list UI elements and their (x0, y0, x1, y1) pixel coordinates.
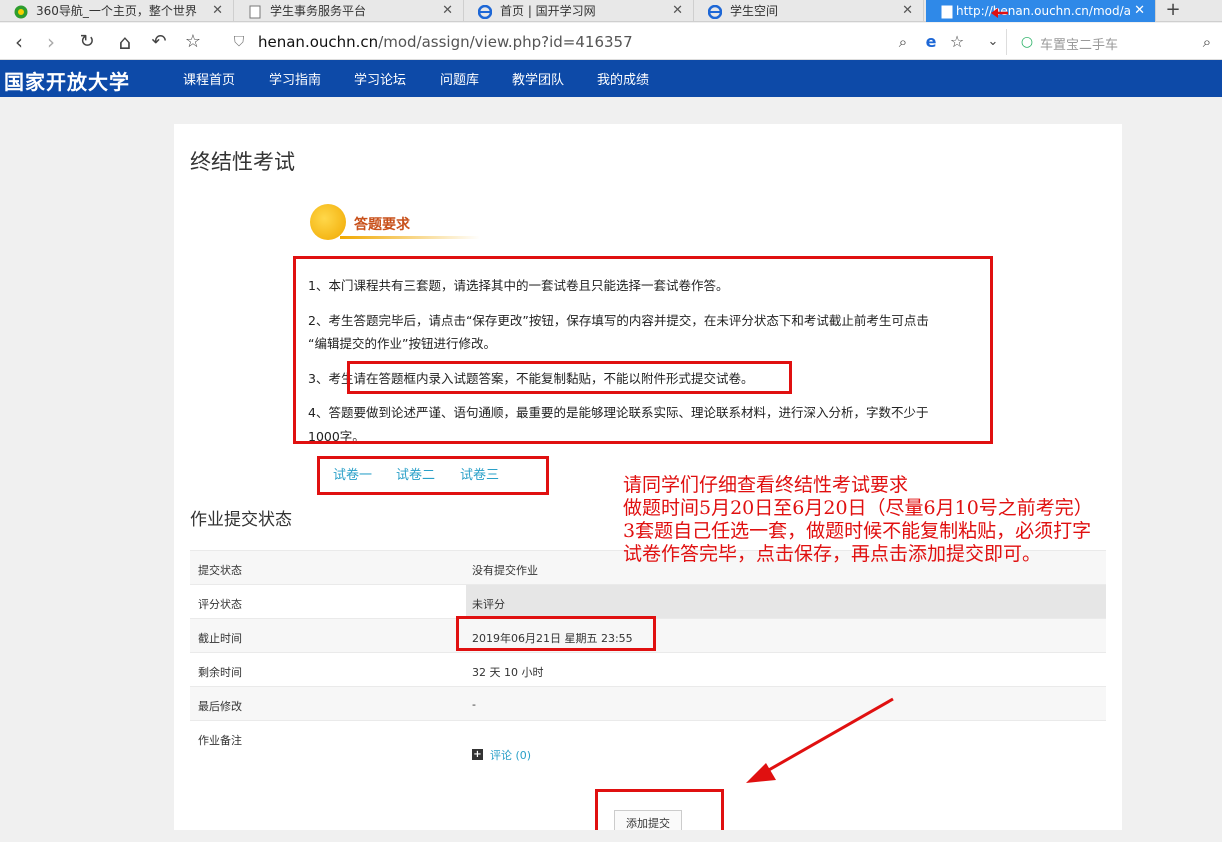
reload-icon[interactable]: ↻ (74, 29, 100, 55)
star-icon[interactable]: ☆ (944, 29, 970, 55)
site-header: 国家开放大学 课程首页 学习指南 学习论坛 问题库 教学团队 我的成绩 (0, 60, 1222, 97)
nav-course-home[interactable]: 课程首页 (183, 69, 235, 88)
back-icon[interactable]: ‹ (6, 29, 32, 55)
address-bar: ‹ › ↻ ⌂ ↶ ☆ ⛉ henan.ouchn.cn/mod/assign/… (0, 23, 1222, 60)
paper-2-link[interactable]: 试卷二 (396, 464, 435, 483)
requirements-banner: 答题要求 (310, 202, 480, 246)
table-row: 最后修改 - (190, 686, 1106, 720)
search-icon[interactable]: ⌕ (1194, 29, 1220, 55)
search-input[interactable]: 车置宝二手车 (1040, 34, 1118, 53)
url-text: henan.ouchn.cn/mod/assign/view.php?id=41… (258, 33, 633, 51)
nav-study-guide[interactable]: 学习指南 (269, 69, 321, 88)
tab-label: 学生事务服务平台 (270, 4, 367, 18)
rule-1: 1、本门课程共有三套题，请选择其中的一套试卷且只能选择一套试卷作答。 (308, 278, 729, 293)
rule-3: 3、考生请在答题框内录入试题答案，不能复制黏贴，不能以附件形式提交试卷。 (308, 371, 754, 386)
star-icon[interactable]: ☆ (180, 29, 206, 55)
row-label: 评分状态 (198, 598, 242, 611)
forward-icon[interactable]: › (38, 29, 64, 55)
annotation-arrow-small (991, 8, 1008, 18)
ie-icon (477, 4, 493, 20)
nav-question-bank[interactable]: 问题库 (440, 69, 479, 88)
tab-360[interactable]: 360导航_一个主页，整个世界 ✕ (0, 0, 234, 22)
home-icon[interactable]: ⌂ (112, 29, 138, 55)
status-highlight (466, 585, 1106, 618)
nav-teaching-team[interactable]: 教学团队 (512, 69, 564, 88)
rule-4: 4、答题要做到论述严谨、语句通顺，最重要的是能够理论联系实际、理论联系材料，进行… (308, 405, 929, 420)
annotation-arrow (746, 697, 894, 783)
row-label: 最后修改 (198, 700, 242, 713)
tab-student-space[interactable]: 学生空间 ✕ (694, 0, 924, 22)
row-label: 剩余时间 (198, 666, 242, 679)
chevron-down-icon[interactable]: ⌄ (980, 29, 1006, 55)
ie-icon[interactable]: e (918, 29, 944, 55)
row-value: - (472, 698, 476, 711)
rule-2-continued: “编辑提交的作业”按钮进行修改。 (308, 336, 496, 351)
note-line-3: 3套题自己任选一套，做题时候不能复制粘贴，必须打字 (623, 520, 1092, 542)
note-line-1: 请同学们仔细查看终结性考试要求 (623, 474, 909, 496)
page-title: 终结性考试 (190, 150, 295, 174)
table-row: 剩余时间 32 天 10 小时 (190, 652, 1106, 686)
tab-label: 学生空间 (730, 4, 779, 18)
plus-icon[interactable]: + (472, 749, 483, 760)
page-icon (248, 4, 262, 19)
ie-icon (707, 4, 723, 20)
divider (1006, 29, 1007, 55)
shield-icon: ⛉ (233, 34, 245, 50)
row-value: 未评分 (472, 598, 505, 611)
360-icon (14, 4, 28, 19)
browser-tab-bar: 360导航_一个主页，整个世界 ✕ 学生事务服务平台 ✕ 首页 | 国开学习网 … (0, 0, 1222, 22)
tab-label: 首页 | 国开学习网 (500, 4, 596, 18)
new-tab-button[interactable]: + (1162, 0, 1184, 22)
row-label: 截止时间 (198, 632, 242, 645)
close-icon[interactable]: ✕ (672, 0, 683, 22)
tab-current[interactable]: http://henan.ouchn.cn/mod/a ✕ (926, 0, 1156, 22)
tab-student-affairs[interactable]: 学生事务服务平台 ✕ (234, 0, 464, 22)
requirements-title: 答题要求 (354, 217, 410, 233)
nav-forum[interactable]: 学习论坛 (354, 69, 406, 88)
tab-label: 360导航_一个主页，整个世界 (36, 4, 197, 18)
annotation-note: 请同学们仔细查看终结性考试要求 做题时间5月20日至6月20日（尽量6月10号之… (623, 474, 1093, 566)
zoom-icon[interactable]: ⌕ (890, 29, 916, 55)
close-icon[interactable]: ✕ (212, 0, 223, 22)
table-row: 截止时间 2019年06月21日 星期五 23:55 (190, 618, 1106, 652)
sun-icon (310, 204, 346, 240)
row-label: 提交状态 (198, 564, 242, 577)
nav-my-grades[interactable]: 我的成绩 (597, 69, 649, 88)
page-icon (940, 4, 954, 19)
undo-icon[interactable]: ↶ (146, 29, 172, 55)
table-row: 评分状态 未评分 (190, 584, 1106, 618)
rule-2: 2、考生答题完毕后，请点击“保存更改”按钮，保存填写的内容并提交，在未评分状态下… (308, 313, 929, 328)
url-field[interactable]: ⛉ henan.ouchn.cn/mod/assign/view.php?id=… (226, 28, 972, 56)
paper-3-link[interactable]: 试卷三 (460, 464, 499, 483)
note-line-4: 试卷作答完毕，点击保存，再点击添加提交即可。 (623, 543, 1042, 565)
close-icon[interactable]: ✕ (442, 0, 453, 22)
tab-label: http://henan.ouchn.cn/mod/a (956, 4, 1131, 18)
search-engine-icon: ○ (1020, 34, 1034, 50)
table-row: 作业备注 + 评论 (0) (190, 720, 1106, 770)
rule-4-continued: 1000字。 (308, 429, 365, 444)
close-icon[interactable]: ✕ (902, 0, 913, 22)
tab-ouchn-home[interactable]: 首页 | 国开学习网 ✕ (464, 0, 694, 22)
note-line-2: 做题时间5月20日至6月20日（尽量6月10号之前考完） (623, 497, 1093, 519)
row-value: 2019年06月21日 星期五 23:55 (472, 632, 633, 645)
row-value: 32 天 10 小时 (472, 666, 544, 679)
row-value: 没有提交作业 (472, 564, 538, 577)
submission-status-title: 作业提交状态 (190, 510, 292, 530)
status-bar (0, 830, 1222, 842)
paper-1-link[interactable]: 试卷一 (333, 464, 372, 483)
row-label: 作业备注 (198, 734, 242, 747)
comment-link[interactable]: 评论 (0) (490, 747, 531, 763)
site-logo[interactable]: 国家开放大学 (4, 66, 130, 95)
close-icon[interactable]: ✕ (1134, 0, 1145, 22)
banner-underline (340, 236, 480, 239)
